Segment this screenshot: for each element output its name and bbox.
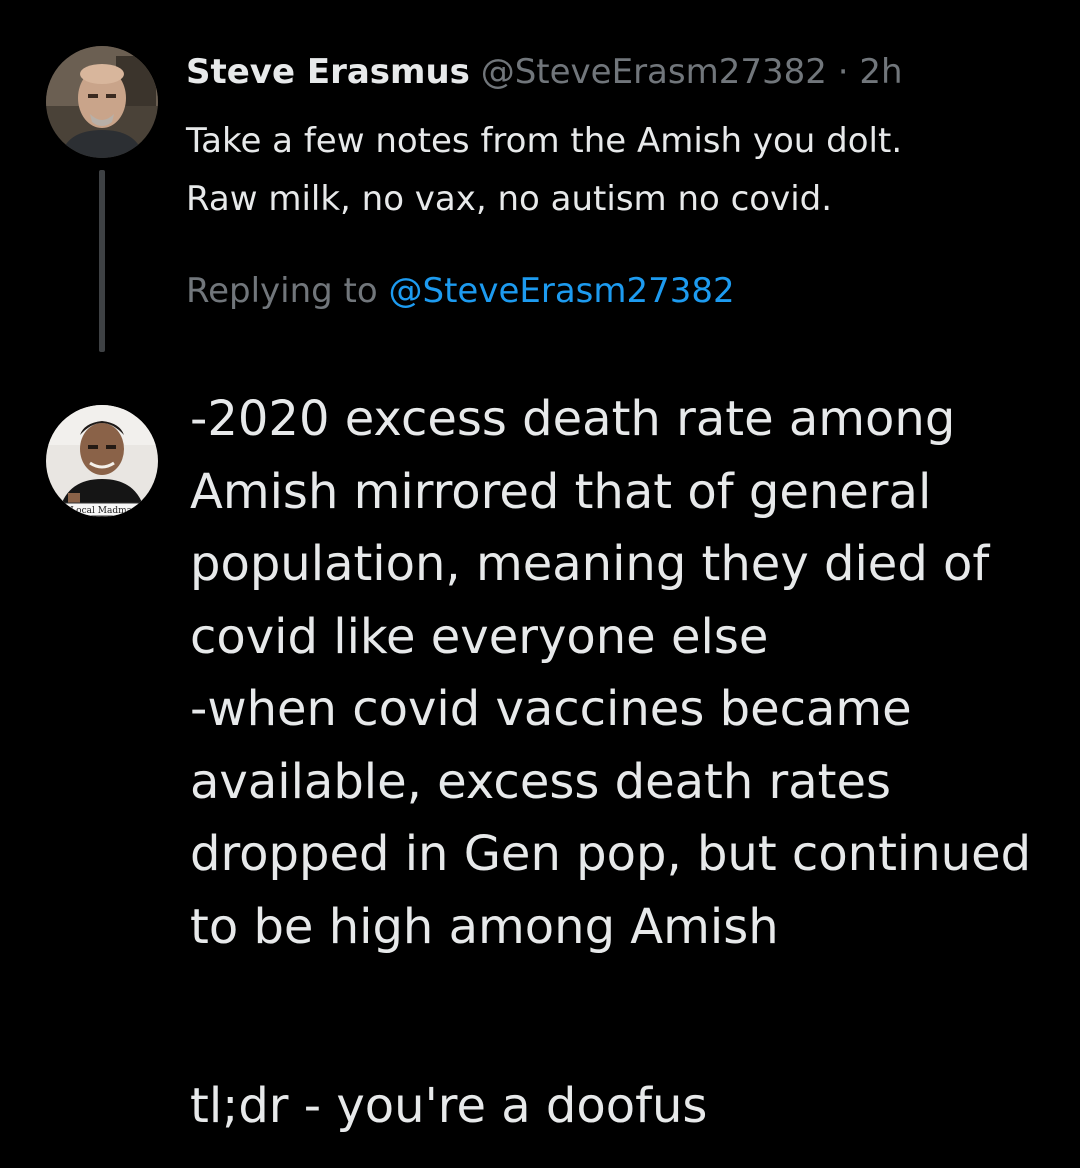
original-tweet-text: Take a few notes from the Amish you dolt… xyxy=(186,112,1046,228)
replying-to-line: Replying to @SteveErasm27382 xyxy=(186,266,735,316)
author-display-name[interactable]: Steve Erasmus xyxy=(186,52,470,92)
avatar-photo-icon xyxy=(46,46,158,158)
original-author-avatar[interactable] xyxy=(46,46,158,158)
author-handle[interactable]: @SteveErasm27382 xyxy=(481,52,827,92)
header-separator: · xyxy=(837,52,849,92)
reply-author-avatar[interactable]: Local Madman xyxy=(46,405,158,517)
avatar-sign-text: Local Madman xyxy=(70,506,138,516)
reply-tldr-text: tl;dr - you're a doofus xyxy=(190,1078,708,1134)
reply-tweet-text: -2020 excess death rate among Amish mirr… xyxy=(190,391,1032,955)
original-tweet-header: Steve Erasmus @SteveErasm27382 · 2h xyxy=(186,50,903,94)
replying-to-label: Replying to xyxy=(186,271,378,311)
replying-to-mention-link[interactable]: @SteveErasm27382 xyxy=(389,271,735,311)
tweet-timestamp[interactable]: 2h xyxy=(859,52,902,92)
original-tweet-line-2: Raw milk, no vax, no autism no covid. xyxy=(186,179,833,219)
avatar-photo-icon: Local Madman xyxy=(46,405,158,517)
thread-connector-line xyxy=(99,170,105,352)
original-tweet-line-1: Take a few notes from the Amish you dolt… xyxy=(186,121,903,161)
